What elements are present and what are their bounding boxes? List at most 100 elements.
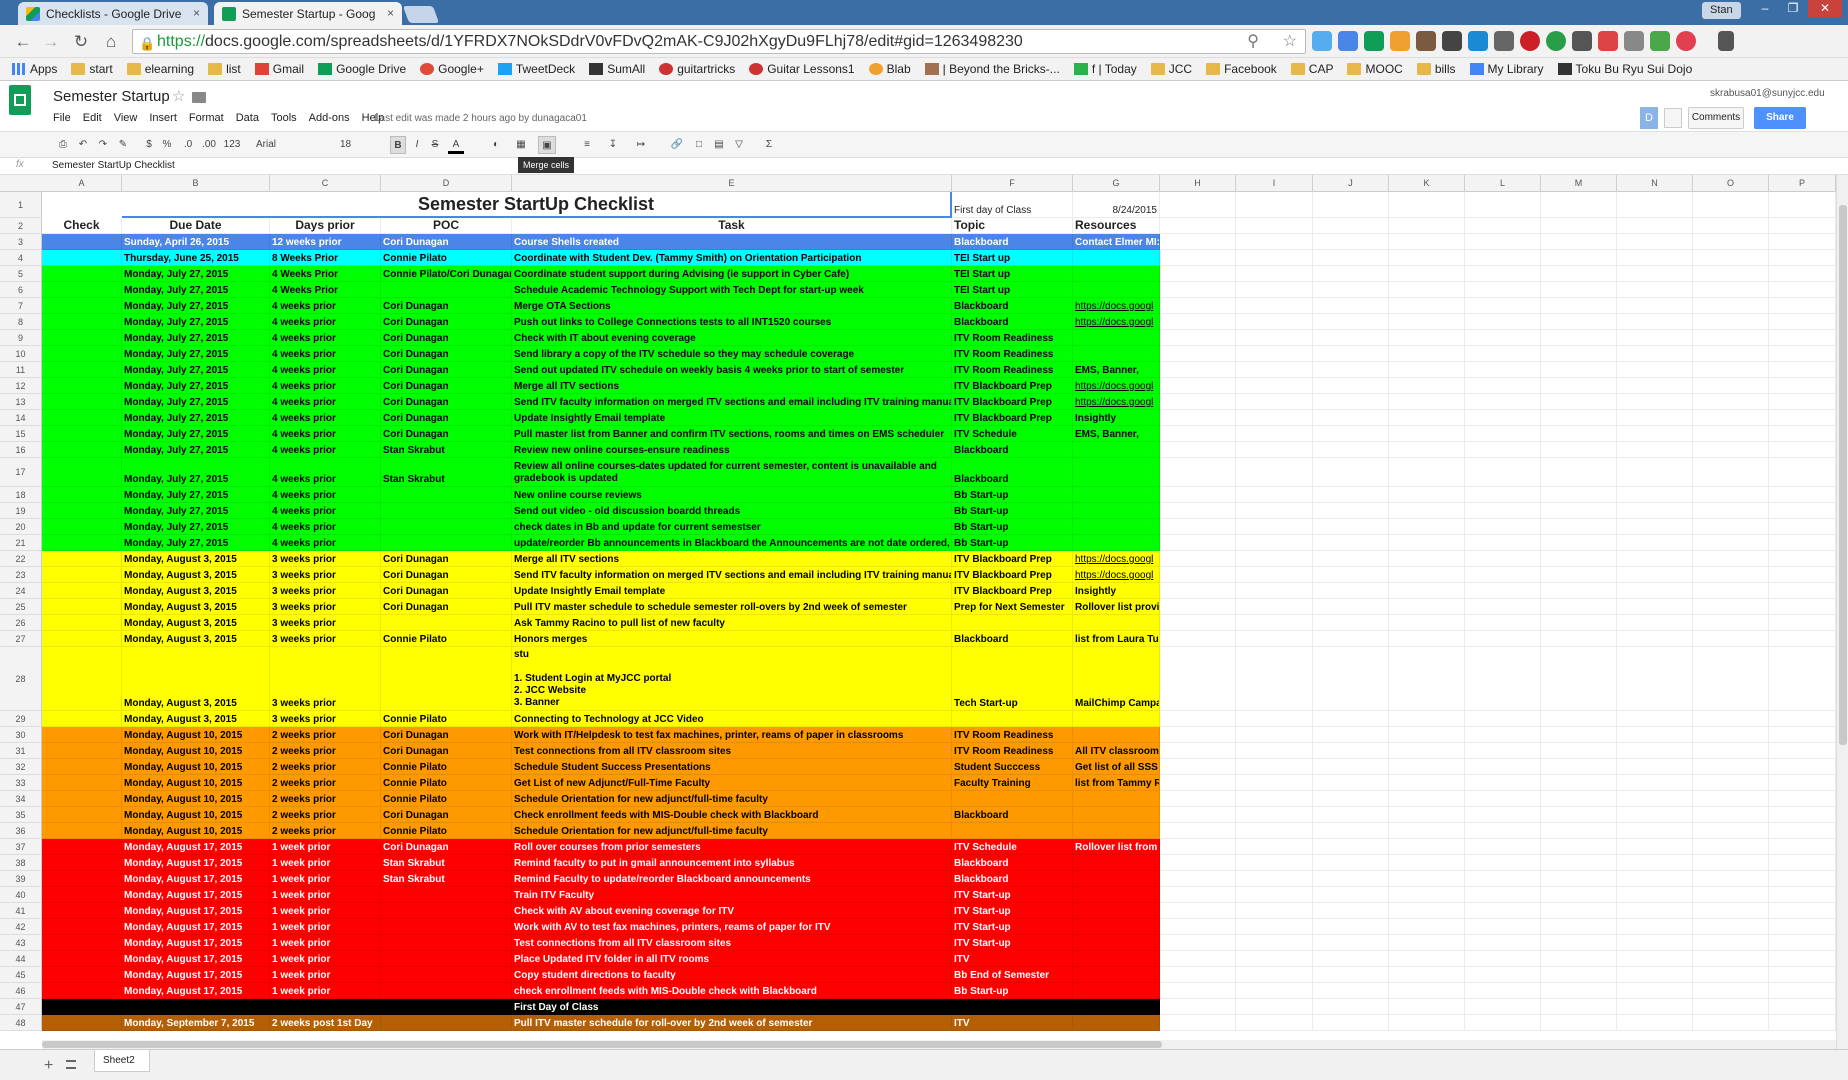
cell[interactable] <box>1160 314 1236 330</box>
cell[interactable] <box>1389 330 1465 346</box>
days-prior-cell[interactable]: 4 weeks prior <box>270 298 381 314</box>
resource-cell[interactable]: Contact Elmer MI: <box>1073 234 1160 250</box>
cell[interactable] <box>1541 631 1617 647</box>
cell[interactable] <box>1313 426 1389 442</box>
due-date-cell[interactable]: Monday, July 27, 2015 <box>122 519 270 535</box>
due-date-cell[interactable]: Monday, July 27, 2015 <box>122 487 270 503</box>
poc-cell[interactable]: Stan Skrabut <box>381 871 512 887</box>
check-cell[interactable] <box>42 378 122 394</box>
cell[interactable] <box>1617 487 1693 503</box>
check-cell[interactable] <box>42 599 122 615</box>
cell[interactable] <box>1617 615 1693 631</box>
poc-cell[interactable]: Cori Dunagan <box>381 394 512 410</box>
cell[interactable] <box>1236 266 1313 282</box>
reload-icon[interactable]: ↻ <box>70 31 92 53</box>
resource-link[interactable]: https://docs.googl <box>1073 551 1160 567</box>
topic-cell[interactable]: Blackboard <box>952 314 1073 330</box>
days-prior-cell[interactable]: 4 weeks prior <box>270 314 381 330</box>
cell[interactable] <box>1617 535 1693 551</box>
cell[interactable] <box>1236 378 1313 394</box>
cell[interactable] <box>1693 743 1769 759</box>
poc-cell[interactable]: Cori Dunagan <box>381 346 512 362</box>
increase-decimal-button[interactable]: .00 <box>200 136 218 154</box>
resource-link[interactable]: https://docs.googl <box>1073 394 1160 410</box>
check-cell[interactable] <box>42 282 122 298</box>
cell[interactable] <box>1160 711 1236 727</box>
column-header-c[interactable]: C <box>270 175 381 192</box>
poc-cell[interactable]: Cori Dunagan <box>381 551 512 567</box>
row-number[interactable]: 14 <box>0 410 42 426</box>
task-cell[interactable]: Honors merges <box>512 631 952 647</box>
cell[interactable] <box>1769 519 1836 535</box>
cell[interactable] <box>1236 192 1313 218</box>
row-number[interactable]: 24 <box>0 583 42 599</box>
cell[interactable] <box>1236 775 1313 791</box>
cell[interactable] <box>1693 282 1769 298</box>
cell[interactable] <box>1160 631 1236 647</box>
cell[interactable] <box>1313 871 1389 887</box>
cell[interactable] <box>1465 551 1541 567</box>
cell[interactable] <box>1617 631 1693 647</box>
menu-file[interactable]: File <box>53 112 71 124</box>
resource-cell[interactable] <box>1073 487 1160 503</box>
cell[interactable] <box>1313 999 1389 1015</box>
cell[interactable] <box>1693 567 1769 583</box>
cell[interactable] <box>1769 983 1836 999</box>
cell[interactable] <box>1160 743 1236 759</box>
due-date-cell[interactable]: Monday, July 27, 2015 <box>122 298 270 314</box>
tool-extension-icon[interactable] <box>1442 31 1462 51</box>
cell[interactable] <box>1465 743 1541 759</box>
font-select[interactable]: Arial <box>256 136 316 154</box>
due-date-cell[interactable]: Monday, August 17, 2015 <box>122 887 270 903</box>
cell[interactable] <box>1389 192 1465 218</box>
cell[interactable] <box>1389 218 1465 234</box>
cell[interactable] <box>1389 871 1465 887</box>
cell[interactable] <box>1693 519 1769 535</box>
cell[interactable] <box>1769 743 1836 759</box>
task-cell[interactable]: Place Updated ITV folder in all ITV room… <box>512 951 952 967</box>
undo-icon[interactable]: ↶ <box>76 136 90 154</box>
cell[interactable] <box>1693 647 1769 711</box>
cell[interactable] <box>1160 234 1236 250</box>
cell[interactable] <box>1389 903 1465 919</box>
cell[interactable] <box>1617 887 1693 903</box>
cell[interactable] <box>1160 378 1236 394</box>
cell[interactable] <box>1160 192 1236 218</box>
task-cell[interactable]: Merge all ITV sections <box>512 378 952 394</box>
row-number[interactable]: 27 <box>0 631 42 647</box>
row-number[interactable]: 40 <box>0 887 42 903</box>
poc-cell[interactable]: Cori Dunagan <box>381 743 512 759</box>
cell[interactable] <box>1236 583 1313 599</box>
cell[interactable] <box>1617 999 1693 1015</box>
pinterest-extension-icon[interactable] <box>1520 31 1540 51</box>
resource-cell[interactable]: All ITV classroom <box>1073 743 1160 759</box>
check-cell[interactable] <box>42 442 122 458</box>
bookmark-guitartricks[interactable]: guitartricks <box>659 62 735 76</box>
cell[interactable] <box>1769 442 1836 458</box>
minimize-button[interactable]: – <box>1752 0 1778 17</box>
topic-cell[interactable]: TEI Start up <box>952 266 1073 282</box>
cell[interactable] <box>1160 727 1236 743</box>
calendar-extension-icon[interactable] <box>1338 31 1358 51</box>
cell[interactable] <box>1389 999 1465 1015</box>
cell[interactable] <box>1465 192 1541 218</box>
cell[interactable] <box>1541 887 1617 903</box>
cell[interactable] <box>1160 567 1236 583</box>
cell[interactable] <box>1693 711 1769 727</box>
bold-button[interactable]: B <box>390 136 406 154</box>
cell[interactable] <box>1465 855 1541 871</box>
topic-cell[interactable]: Blackboard <box>952 442 1073 458</box>
cell[interactable] <box>1465 823 1541 839</box>
topic-cell[interactable]: TEI Start up <box>952 250 1073 266</box>
due-date-cell[interactable]: Monday, August 10, 2015 <box>122 727 270 743</box>
topic-cell[interactable] <box>952 711 1073 727</box>
bookmark-sumall[interactable]: SumAll <box>589 62 645 76</box>
bookmark-gmail[interactable]: Gmail <box>254 62 304 76</box>
cell[interactable] <box>1313 330 1389 346</box>
due-date-cell[interactable]: Sunday, April 26, 2015 <box>122 234 270 250</box>
cell[interactable] <box>1236 647 1313 711</box>
days-prior-cell[interactable]: 3 weeks prior <box>270 583 381 599</box>
task-cell[interactable]: Pull ITV master schedule for roll-over b… <box>512 1015 952 1031</box>
row-number[interactable]: 35 <box>0 807 42 823</box>
check-cell[interactable] <box>42 266 122 282</box>
